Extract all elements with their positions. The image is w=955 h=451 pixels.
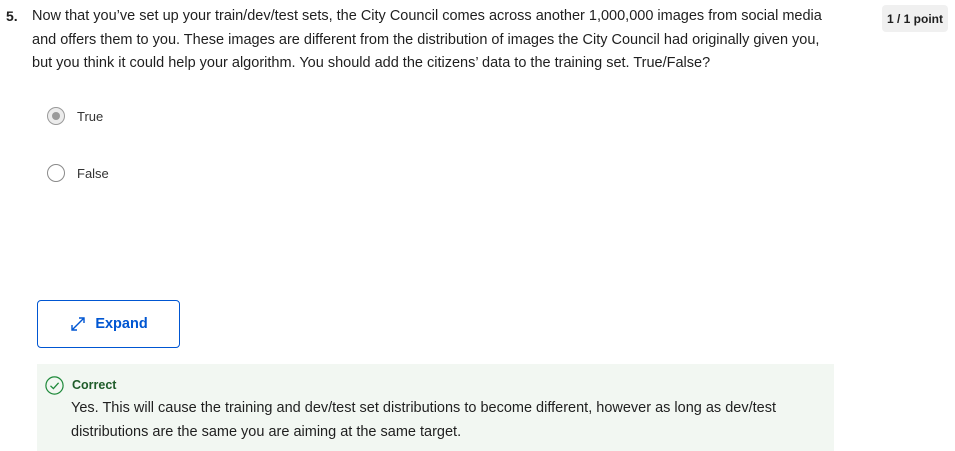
option-true[interactable]: True — [47, 107, 103, 125]
feedback-text: Yes. This will cause the training and de… — [71, 400, 776, 440]
expand-arrows-icon — [69, 315, 87, 333]
feedback-status: Correct — [72, 378, 117, 392]
option-true-label: True — [77, 108, 104, 124]
radio-true[interactable] — [47, 107, 65, 125]
points-badge: 1 / 1 point — [882, 5, 948, 32]
question-text: Now that you’ve set up your train/dev/te… — [32, 8, 822, 71]
radio-false[interactable] — [47, 164, 65, 182]
question-number: 5. — [6, 8, 18, 24]
feedback-panel: Correct Yes. This will cause the trainin… — [37, 364, 834, 451]
expand-button-label: Expand — [95, 316, 148, 332]
option-false[interactable]: False — [47, 164, 109, 182]
option-false-label: False — [77, 165, 109, 181]
check-circle-icon — [45, 376, 64, 395]
expand-button[interactable]: Expand — [37, 300, 180, 348]
